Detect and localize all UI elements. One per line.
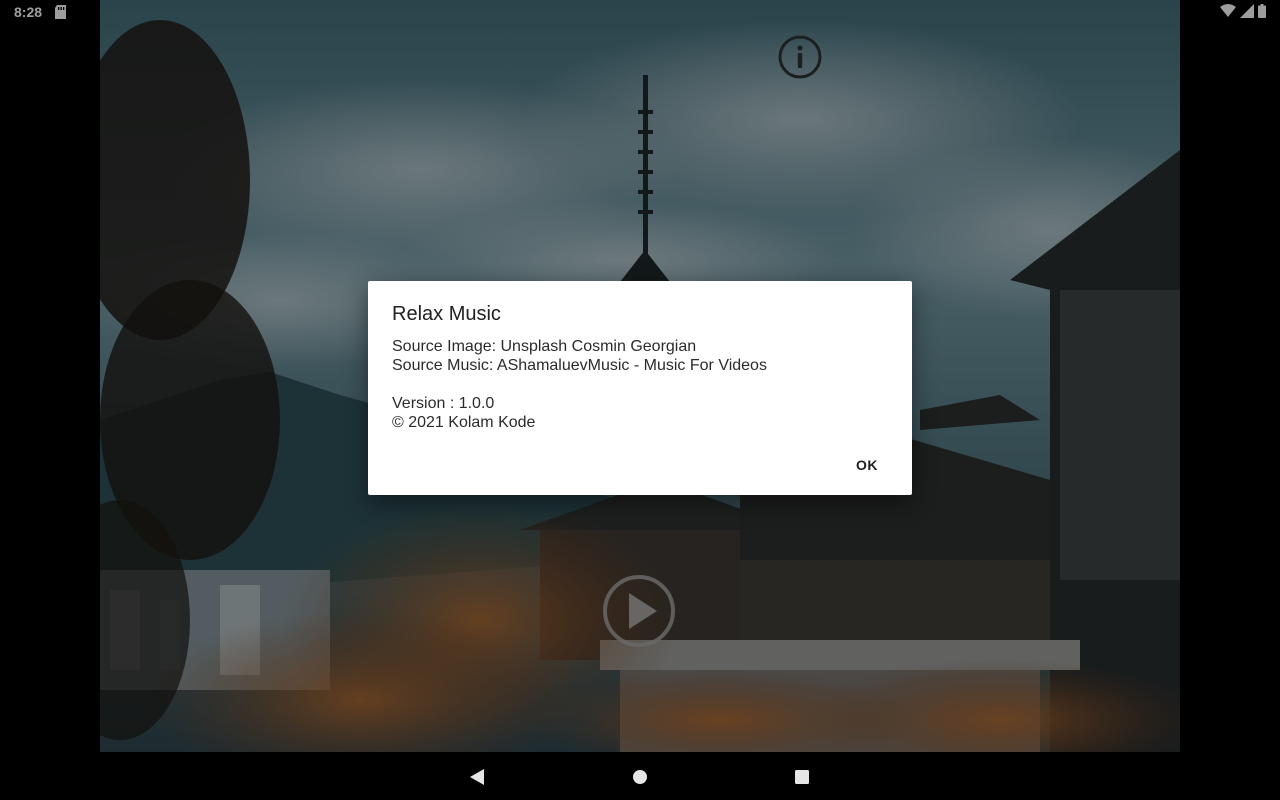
dialog-title: Relax Music — [392, 303, 501, 325]
recents-icon[interactable] — [793, 768, 811, 786]
device-screen: 8:28 Relax Music Source Image: Unsplash … — [0, 0, 1280, 800]
source-image-text: Source Image: Unsplash Cosmin Georgian — [392, 338, 697, 355]
version-text: Version : 1.0.0 — [392, 395, 495, 412]
ok-button[interactable]: OK — [844, 453, 890, 477]
copyright-text: © 2021 Kolam Kode — [392, 414, 536, 431]
dialog-message: Source Image: Unsplash Cosmin Georgian S… — [392, 337, 767, 432]
source-music-text: Source Music: AShamaluevMusic - Music Fo… — [392, 357, 767, 374]
back-icon[interactable] — [468, 768, 486, 786]
navigation-bar — [0, 752, 1280, 800]
home-icon[interactable] — [631, 768, 649, 786]
about-dialog: Relax Music Source Image: Unsplash Cosmi… — [368, 281, 912, 495]
